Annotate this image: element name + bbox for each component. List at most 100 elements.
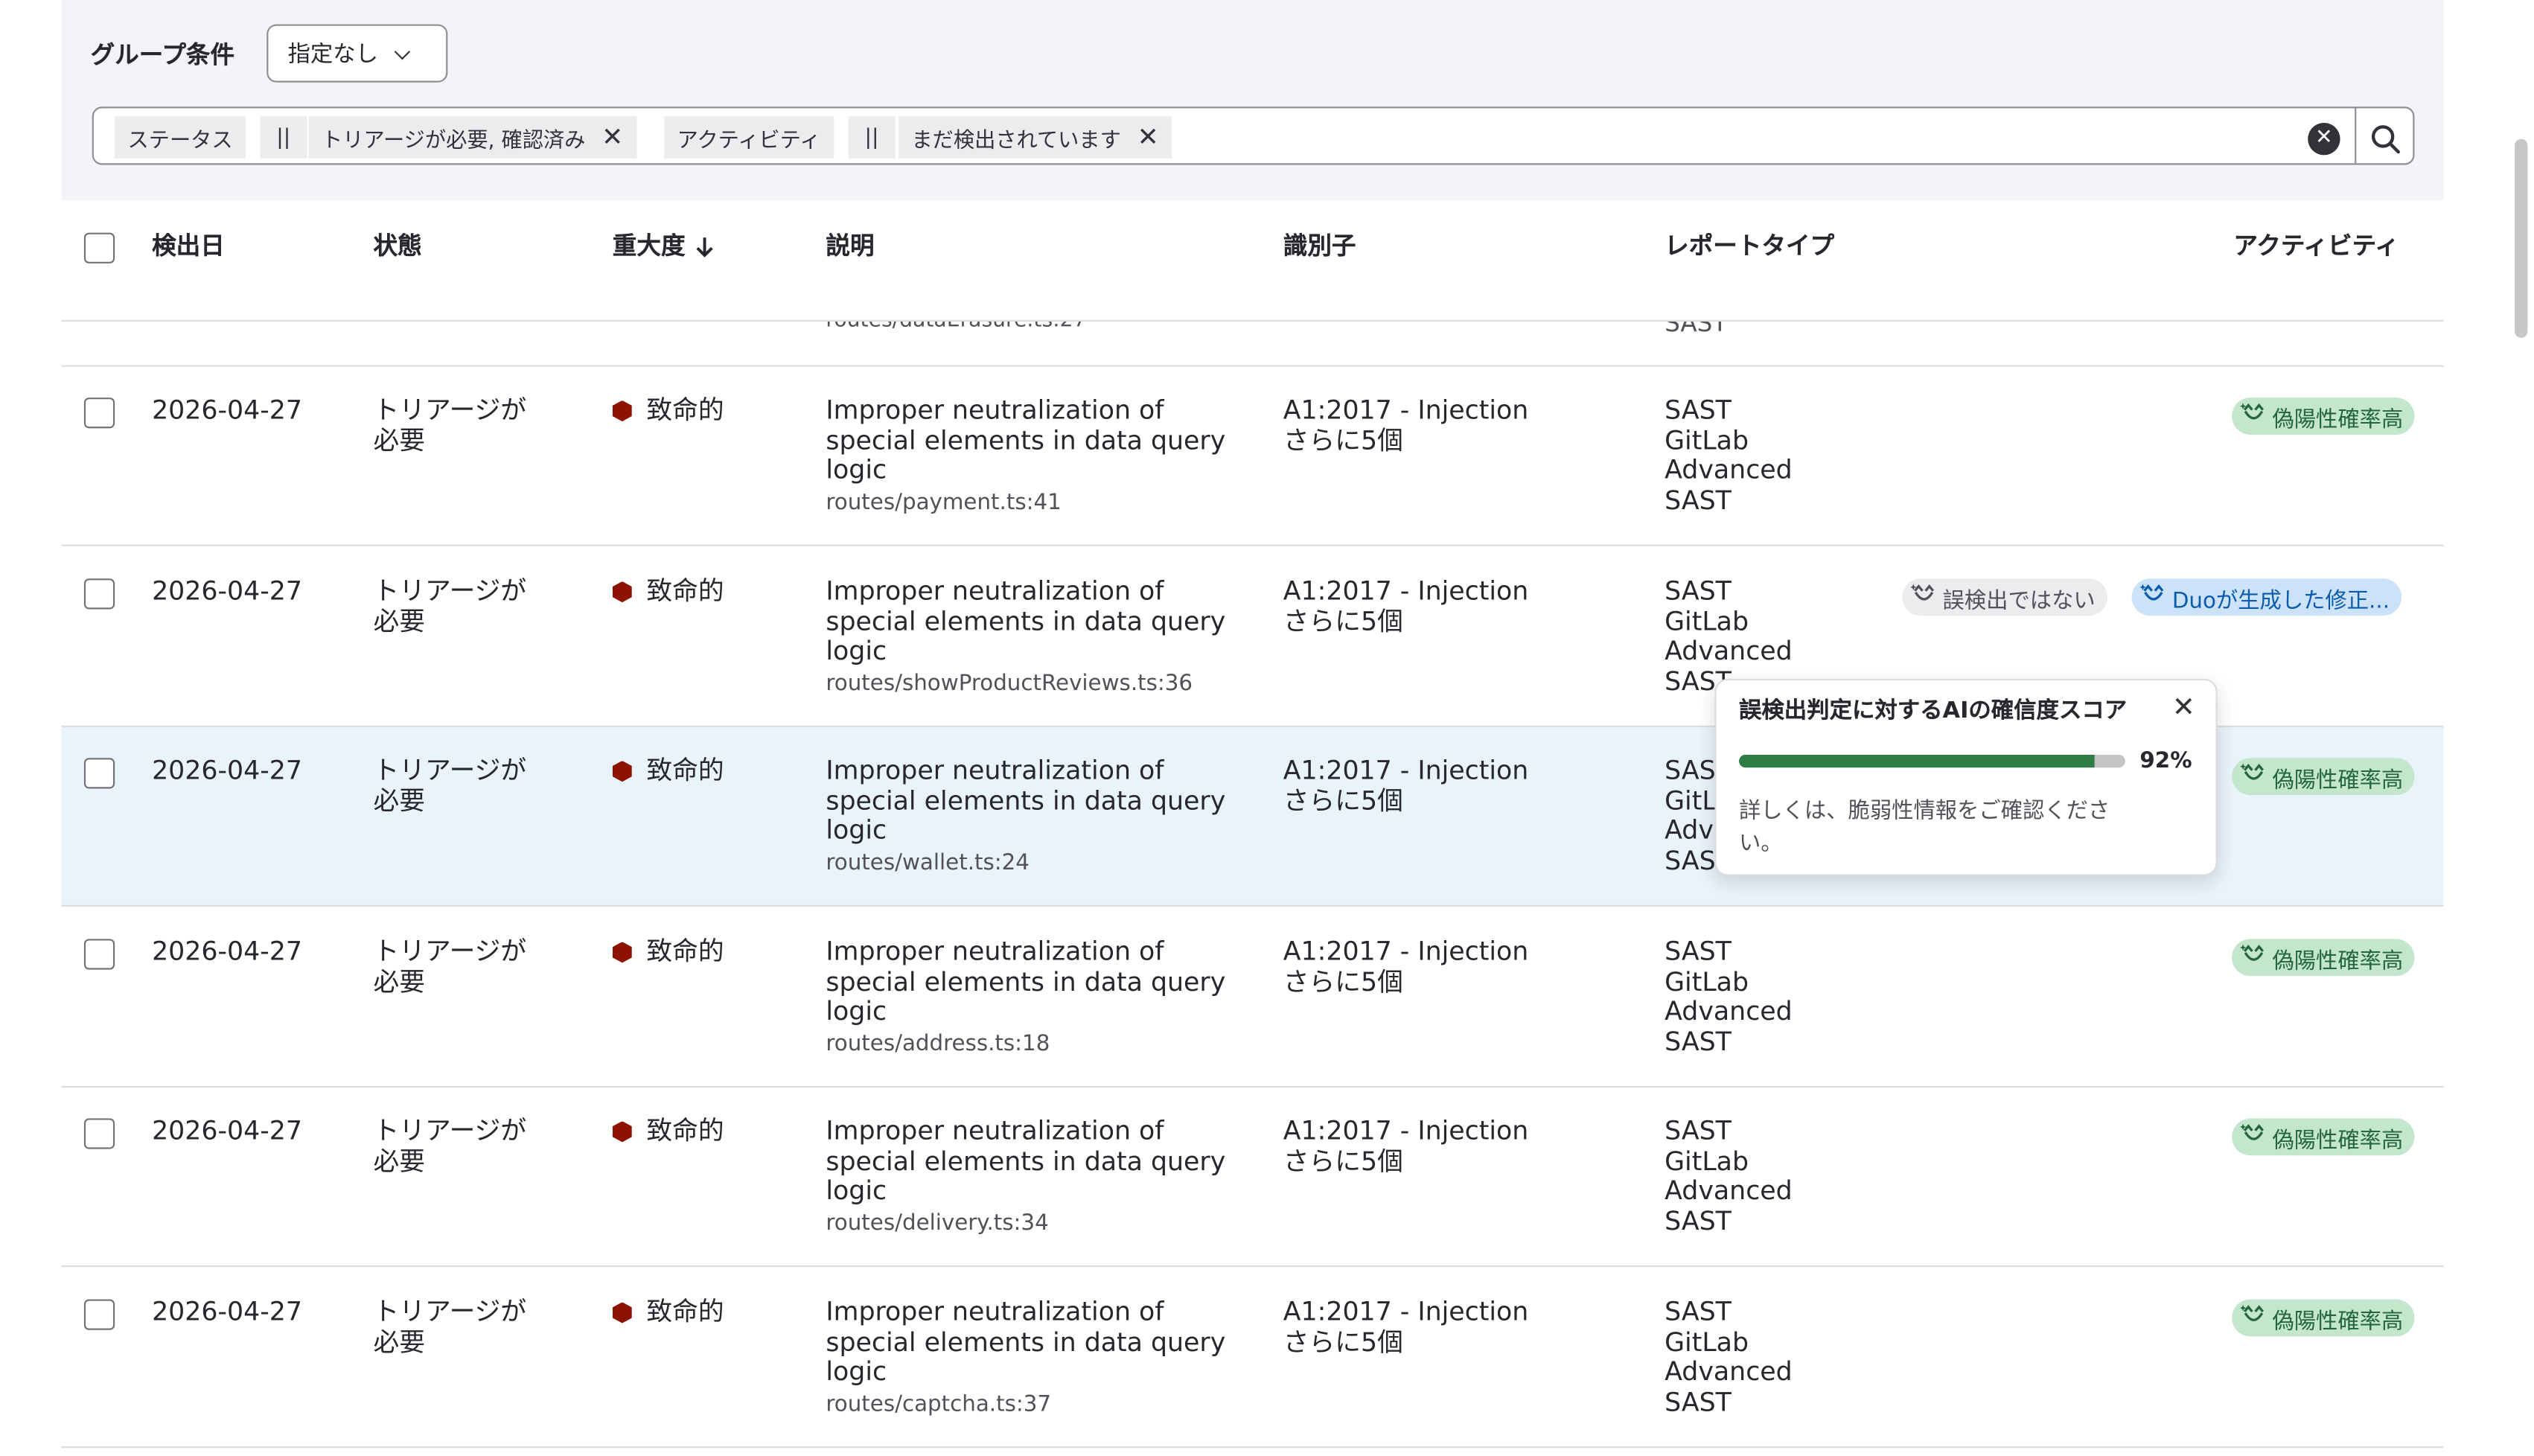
row-checkbox[interactable]	[83, 758, 115, 789]
tanuki-ai-icon	[2240, 1301, 2267, 1335]
description: Improper neutralization of special eleme…	[826, 1115, 1230, 1238]
description: Improper neutralization of special eleme…	[826, 936, 1230, 1059]
report-type: SASTGitLabAdvancedSAST	[1665, 1296, 1793, 1417]
activity-badge-green[interactable]: 偽陽性確率高	[2232, 397, 2415, 435]
confidence-percent: 92%	[2139, 748, 2192, 774]
vulnerability-title-link[interactable]: Improper neutralization of special eleme…	[826, 1115, 1225, 1206]
file-path: routes/dataErasure.ts:27	[826, 322, 1086, 333]
hexagon-icon	[612, 760, 632, 782]
token-activity-operator[interactable]: ||	[848, 116, 896, 159]
description: Improper neutralization of special eleme…	[826, 1297, 1230, 1419]
hexagon-icon	[612, 400, 632, 422]
identifier: A1:2017 - Injection さらに5個	[1283, 1114, 1529, 1176]
identifier: A1:2017 - Injection さらに5個	[1283, 575, 1529, 636]
more-identifiers: さらに5個	[1283, 785, 1403, 816]
search-divider	[2355, 106, 2357, 165]
severity: 致命的	[612, 395, 724, 426]
activity-badge-green[interactable]: 偽陽性確率高	[2232, 758, 2415, 796]
token-activity-value[interactable]: まだ検出されています ✕	[899, 116, 1172, 159]
severity: 致命的	[612, 576, 724, 607]
vulnerability-title-link[interactable]: Improper neutralization of special eleme…	[826, 936, 1225, 1026]
header-report-type[interactable]: レポートタイプ	[1665, 232, 1839, 261]
vulnerability-title-link[interactable]: Improper neutralization of special eleme…	[826, 395, 1225, 485]
vulnerability-title-link[interactable]: Improper neutralization of special eleme…	[826, 1296, 1225, 1387]
vertical-scrollbar[interactable]	[2515, 138, 2528, 338]
table-row[interactable]: 2026-04-27 トリアージが必要 致命的 Improper neutraliza…	[61, 1088, 2444, 1268]
report-type: SAST	[1665, 322, 1728, 338]
confidence-progress-fill	[1738, 754, 2095, 768]
severity: 致命的	[612, 756, 724, 786]
description: Improper neutralization of special eleme…	[826, 755, 1230, 878]
row-checkbox[interactable]	[83, 1299, 115, 1330]
detected-date: 2026-04-27	[152, 575, 302, 607]
tanuki-ai-icon	[2240, 941, 2267, 975]
search-icon[interactable]	[2369, 123, 2401, 155]
row-checkbox[interactable]	[83, 578, 115, 610]
identifier: A1:2017 - Injection さらに5個	[1283, 394, 1529, 456]
severity: 致命的	[612, 1116, 724, 1146]
activity-badge-green[interactable]: 偽陽性確率高	[2232, 1118, 2415, 1156]
activity-badge-blue[interactable]: Duoが生成した修正...	[2131, 578, 2401, 616]
report-type: SASTGitLabAdvancedSAST	[1665, 1114, 1793, 1236]
detected-date: 2026-04-27	[152, 1114, 302, 1146]
state-text: トリアージが必要	[373, 575, 527, 636]
activity-badge-green[interactable]: 偽陽性確率高	[2232, 939, 2415, 977]
group-by-value: 指定なし	[287, 42, 379, 68]
header-identifier: 識別子	[1283, 231, 1356, 261]
severity: 致命的	[612, 936, 724, 967]
more-identifiers: さらに5個	[1283, 1145, 1403, 1176]
token-activity-key[interactable]: アクティビティ	[664, 116, 834, 159]
row-checkbox[interactable]	[83, 397, 115, 429]
tanuki-ai-icon	[2240, 759, 2267, 794]
token-remove-icon[interactable]: ✕	[601, 124, 623, 150]
table-row[interactable]: 2026-04-27 トリアージが必要 致命的 Improper neutraliza…	[61, 366, 2444, 546]
tanuki-ai-icon	[2139, 580, 2167, 614]
tanuki-ai-icon	[2240, 399, 2267, 433]
close-icon[interactable]: ✕	[2172, 694, 2195, 723]
detected-date: 2026-04-27	[152, 394, 302, 425]
vulnerability-title-link[interactable]: Improper neutralization of special eleme…	[826, 755, 1225, 846]
row-checkbox[interactable]	[83, 939, 115, 970]
table-row[interactable]: 2026-04-27 トリアージが必要 致命的 Improper neutraliza…	[61, 908, 2444, 1088]
header-severity[interactable]: 重大度	[613, 232, 715, 261]
header-state[interactable]: 状態	[374, 232, 422, 261]
identifier: A1:2017 - Injection さらに5個	[1283, 754, 1529, 816]
activity-badge-grey[interactable]: 誤検出ではない	[1902, 578, 2107, 616]
table-header: 検出日 状態 重大度 説明 識別子 レポートタイプ アクティビティ	[61, 200, 2444, 322]
select-all-checkbox[interactable]	[83, 232, 115, 264]
tanuki-ai-icon	[2240, 1120, 2267, 1155]
token-remove-icon[interactable]: ✕	[1137, 124, 1159, 150]
state-text: トリアージが必要	[373, 936, 527, 997]
file-path: routes/delivery.ts:34	[826, 1209, 1049, 1236]
state-text: トリアージが必要	[373, 1114, 527, 1176]
chevron-down-icon	[394, 42, 411, 60]
confidence-progress-bar	[1738, 754, 2125, 768]
severity: 致命的	[612, 1297, 724, 1327]
row-checkbox[interactable]	[83, 1118, 115, 1149]
identifier: A1:2017 - Injection さらに5個	[1283, 1296, 1529, 1357]
detected-date: 2026-04-27	[152, 936, 302, 967]
token-status-key[interactable]: ステータス	[115, 116, 246, 159]
file-path: routes/payment.ts:41	[826, 488, 1062, 515]
more-identifiers: さらに5個	[1283, 965, 1403, 997]
filtered-search[interactable]: ステータス || トリアージが必要, 確認済み ✕ アクティビティ || まだ検出…	[92, 106, 2415, 165]
tanuki-ai-icon	[1910, 580, 1938, 614]
activity-badge-green[interactable]: 偽陽性確率高	[2232, 1299, 2415, 1337]
detected-date: 2026-04-27	[152, 1296, 302, 1327]
table-row[interactable]: 2026-04-27 トリアージが必要 致命的 Improper neutraliza…	[61, 1268, 2444, 1449]
token-status-value[interactable]: トリアージが必要, 確認済み ✕	[308, 116, 636, 159]
header-date[interactable]: 検出日	[152, 232, 225, 261]
hexagon-icon	[612, 942, 632, 963]
detected-date: 2026-04-27	[152, 754, 302, 786]
clear-icon[interactable]: ✕	[2308, 122, 2340, 156]
state-text: トリアージが必要	[373, 754, 527, 816]
vulnerability-title-link[interactable]: Improper neutralization of special eleme…	[826, 575, 1225, 666]
state-text: トリアージが必要	[373, 1296, 527, 1357]
report-type: SASTGitLabAdvancedSAST	[1665, 394, 1793, 515]
description: Improper neutralization of special eleme…	[826, 575, 1230, 698]
token-status-operator[interactable]: ||	[260, 116, 307, 159]
group-by-label: グループ条件	[90, 40, 235, 70]
more-identifiers: さらに5個	[1283, 424, 1403, 456]
table-row-partial: routes/dataErasure.ts:27 SAST	[61, 322, 2444, 367]
group-by-dropdown[interactable]: 指定なし	[267, 24, 448, 83]
